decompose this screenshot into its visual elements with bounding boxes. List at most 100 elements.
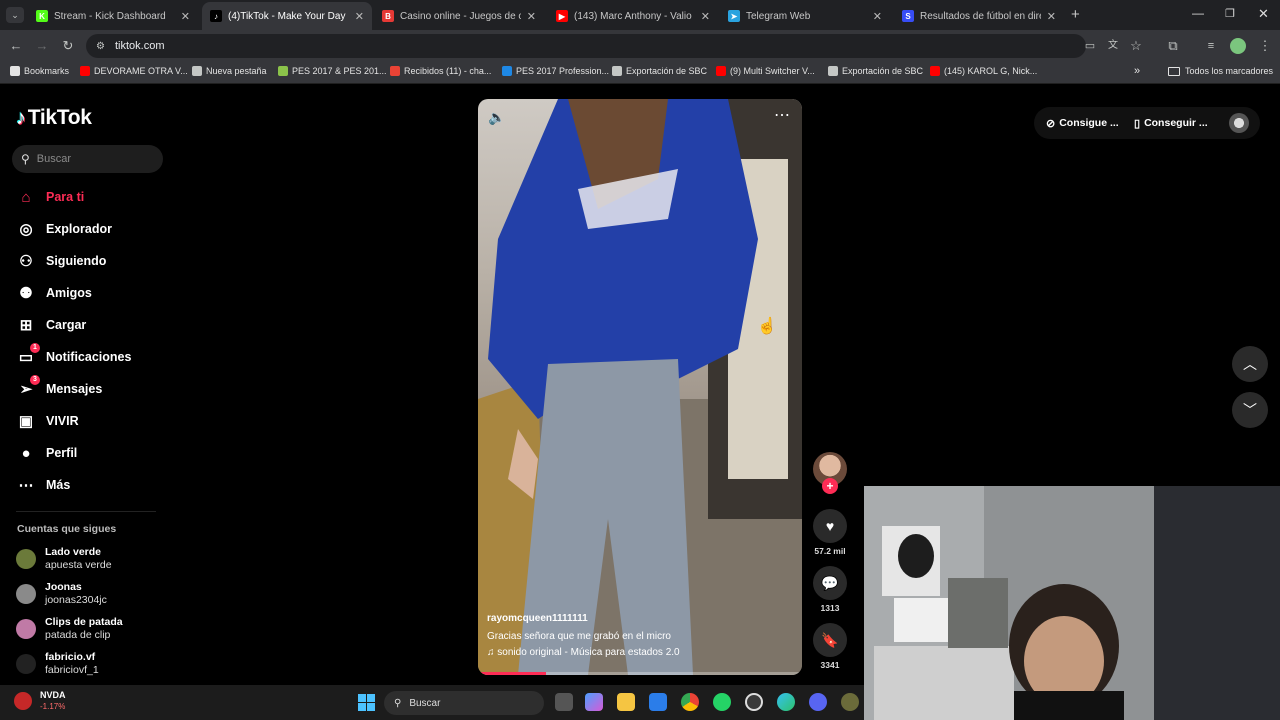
extensions-icon[interactable]: ⧉ — [1165, 38, 1181, 54]
reading-list-icon[interactable]: ≡ — [1203, 38, 1219, 54]
all-bookmarks-label: Todos los marcadores — [1185, 66, 1274, 76]
file-explorer-icon[interactable] — [617, 693, 635, 711]
obs-icon[interactable] — [745, 693, 763, 711]
tab-title: Casino online - Juegos de casin — [400, 10, 521, 22]
sidebar-item[interactable]: ● Perfil — [16, 442, 77, 464]
address-bar[interactable]: ⚙ tiktok.com — [86, 34, 1086, 58]
sidebar-item-label: Perfil — [46, 446, 78, 460]
bookmark-item[interactable]: Nueva pestaña — [192, 66, 267, 76]
forward-icon[interactable]: → — [34, 38, 50, 54]
minimize-icon[interactable]: — — [1192, 6, 1204, 20]
tab-search-icon[interactable]: ⌄ — [6, 7, 24, 23]
creator-avatar-action[interactable]: + — [812, 452, 848, 494]
bookmark-item[interactable]: (9) Multi Switcher V... — [716, 66, 815, 76]
bookmark-icon[interactable]: 🔖 — [813, 623, 847, 657]
all-bookmarks-folder[interactable]: Todos los marcadores — [1168, 66, 1273, 76]
video-progress-bar[interactable] — [478, 672, 802, 675]
translate-icon[interactable]: 文 — [1105, 38, 1121, 54]
comment-icon[interactable]: 💬 — [813, 566, 847, 600]
stock-widget[interactable]: NVDA -1.17% — [14, 690, 66, 712]
followed-account[interactable]: Clips de patada patada de clip — [16, 616, 123, 642]
next-video-button[interactable]: ﹀ — [1232, 392, 1268, 428]
heart-icon[interactable]: ♥ — [813, 509, 847, 543]
tab-title: (4)TikTok - Make Your Day — [228, 10, 346, 22]
bookmark-item[interactable]: PES 2017 & PES 201... — [278, 66, 387, 76]
bookmark-item[interactable]: DEVORAME OTRA V... — [80, 66, 188, 76]
close-tab-icon[interactable]: ✕ — [701, 10, 710, 23]
tab-title: Telegram Web — [746, 10, 811, 22]
save-action[interactable]: 🔖 3341 — [812, 623, 848, 670]
bookmark-item[interactable]: Recibidos (11) - cha... — [390, 66, 491, 76]
sidebar-item[interactable]: ➢ 3 Mensajes — [16, 375, 102, 400]
followed-account[interactable]: Lado verde apuesta verde — [16, 546, 112, 572]
chrome-icon[interactable] — [681, 693, 699, 711]
browser-tab[interactable]: ♪ (4)TikTok - Make Your Day ✕ — [202, 2, 372, 30]
store-icon[interactable] — [649, 693, 667, 711]
get-coins-button[interactable]: ⊘ Consigue ... — [1046, 113, 1119, 133]
bookmark-item[interactable]: (145) KAROL G, Nick... — [930, 66, 1037, 76]
comment-action[interactable]: 💬 1313 — [812, 566, 848, 613]
edge-icon[interactable] — [777, 693, 795, 711]
windows-start-icon[interactable] — [358, 694, 375, 711]
browser-tab[interactable]: S Resultados de fútbol en directo ✕ — [894, 2, 1064, 30]
bookmark-item[interactable]: Bookmarks — [10, 66, 69, 76]
task-view-icon[interactable] — [555, 693, 573, 711]
video-more-icon[interactable]: ⋯ — [774, 105, 790, 125]
search-input[interactable]: ⚲ Buscar — [12, 145, 163, 173]
close-tab-icon[interactable]: ✕ — [1047, 10, 1056, 23]
browser-tab[interactable]: B Casino online - Juegos de casin ✕ — [374, 2, 544, 30]
followed-account[interactable]: fabricio.vf fabriciovf_1 — [16, 651, 99, 677]
bookmark-label: Recibidos (11) - cha... — [404, 66, 492, 76]
video-music[interactable]: ♫ sonido original - Música para estados … — [487, 647, 680, 658]
video-player[interactable]: 🔈 ⋯ rayomcqueen1111111 Gracias señora qu… — [478, 99, 802, 675]
sidebar-item[interactable]: ⚇ Siguiendo — [16, 250, 106, 272]
previous-video-button[interactable]: ︿ — [1232, 346, 1268, 382]
maximize-icon[interactable]: ❐ — [1225, 7, 1235, 20]
bookmark-item[interactable]: PES 2017 Profession... — [502, 66, 609, 76]
back-icon[interactable]: ← — [8, 38, 24, 54]
whatsapp-icon[interactable] — [713, 693, 731, 711]
sidebar-item[interactable]: ▣ VIVIR — [16, 410, 79, 432]
profile-avatar-icon[interactable] — [1230, 38, 1246, 54]
webcam-scene — [864, 486, 1280, 720]
browser-tab[interactable]: K Stream - Kick Dashboard ✕ — [28, 2, 198, 30]
bookmarks-overflow-icon[interactable]: » — [1134, 65, 1140, 77]
install-app-icon[interactable]: ▭ — [1082, 38, 1098, 54]
app-icon[interactable] — [841, 693, 859, 711]
reload-icon[interactable]: ↻ — [60, 38, 76, 54]
like-count: 57.2 mil — [814, 546, 846, 556]
close-window-icon[interactable]: ✕ — [1258, 6, 1269, 22]
bookmark-item[interactable]: Exportación de SBC — [828, 66, 923, 76]
browser-tab[interactable]: ➤ Telegram Web ✕ — [720, 2, 890, 30]
copilot-icon[interactable] — [585, 693, 603, 711]
new-tab-button[interactable]: + — [1071, 6, 1080, 23]
sidebar-item[interactable]: ▭ 1 Notificaciones — [16, 343, 131, 368]
close-tab-icon[interactable]: ✕ — [355, 10, 364, 23]
followed-account[interactable]: Joonas joonas2304jc — [16, 581, 107, 607]
sidebar-item[interactable]: ⊞ Cargar — [16, 314, 87, 336]
tiktok-logo[interactable]: ♪ TikTok — [16, 106, 92, 130]
like-action[interactable]: ♥ 57.2 mil — [812, 509, 848, 556]
menu-icon[interactable]: ⋮ — [1257, 38, 1273, 54]
close-tab-icon[interactable]: ✕ — [527, 10, 536, 23]
sidebar-item[interactable]: ⋯ Más — [16, 474, 71, 496]
sidebar-item[interactable]: ◎ Explorador — [16, 218, 112, 240]
video-username[interactable]: rayomcqueen1111111 — [487, 613, 588, 624]
close-tab-icon[interactable]: ✕ — [873, 10, 882, 23]
volume-icon[interactable]: 🔈 — [488, 109, 505, 126]
follow-plus-icon[interactable]: + — [822, 478, 838, 494]
user-avatar[interactable] — [1229, 113, 1249, 133]
sidebar-item[interactable]: ⚉ Amigos — [16, 282, 92, 304]
browser-tab[interactable]: ▶ (143) Marc Anthony - Valio La P ✕ — [548, 2, 718, 30]
taskbar-search[interactable]: ⚲ Buscar — [384, 691, 544, 715]
sidebar-item[interactable]: ⌂ Para ti — [16, 186, 84, 208]
inbox-icon: ▭ 1 — [16, 343, 40, 367]
site-info-icon[interactable]: ⚙ — [96, 41, 105, 52]
bookmark-label: Exportación de SBC — [626, 66, 708, 76]
close-tab-icon[interactable]: ✕ — [181, 10, 190, 23]
bookmark-star-icon[interactable]: ☆ — [1128, 38, 1144, 54]
get-app-button[interactable]: ▯ Conseguir ... — [1134, 113, 1208, 133]
discord-icon[interactable] — [809, 693, 827, 711]
bookmark-item[interactable]: Exportación de SBC — [612, 66, 707, 76]
sidebar-item-label: VIVIR — [46, 414, 79, 428]
